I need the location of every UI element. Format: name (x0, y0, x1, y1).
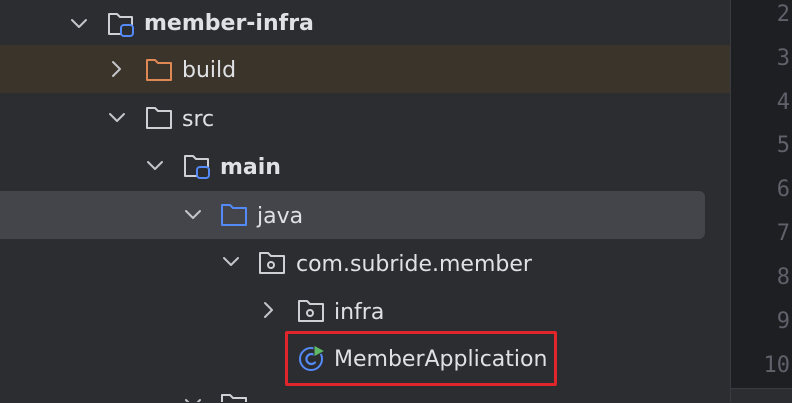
chevron-down-icon[interactable] (104, 105, 130, 131)
line-number: 3 (776, 46, 790, 71)
tree-item-label: infra (334, 300, 385, 325)
source-folder-icon (219, 200, 249, 230)
tree-item-label: main (220, 155, 281, 180)
line-number: 5 (776, 133, 790, 158)
chevron-right-icon[interactable] (104, 56, 130, 82)
chevron-down-icon[interactable] (66, 11, 92, 37)
editor-horizontal-scrollbar[interactable] (731, 388, 792, 403)
module-folder-icon (106, 9, 136, 39)
line-number: 6 (776, 177, 790, 202)
line-number: 9 (776, 309, 790, 334)
tree-item-infra[interactable]: infra (0, 288, 730, 336)
line-number: 4 (776, 90, 790, 115)
tree-item-main[interactable]: main (0, 144, 730, 192)
tree-item-label: src (182, 107, 215, 132)
package-icon (257, 248, 287, 278)
line-number: 2 (776, 2, 790, 27)
chevron-down-icon[interactable] (180, 202, 206, 228)
line-number: 8 (776, 265, 790, 290)
package-icon (296, 296, 326, 326)
tree-item-java[interactable]: java (0, 191, 705, 239)
line-number: 7 (776, 221, 790, 246)
tree-item-label: member-infra (144, 11, 314, 36)
chevron-down-icon[interactable] (180, 391, 206, 402)
source-root-folder-icon (182, 151, 212, 181)
folder-icon (144, 103, 174, 133)
excluded-folder-icon (144, 55, 174, 85)
tree-item-label: java (257, 204, 304, 229)
tree-item-src[interactable]: src (0, 96, 730, 144)
highlight-box (285, 331, 557, 386)
line-number: 10 (763, 353, 791, 378)
chevron-right-icon[interactable] (256, 297, 282, 323)
tree-item-label: build (182, 58, 237, 83)
tree-item-build[interactable]: build (0, 45, 730, 93)
tree-item-com-subride-member[interactable]: com.subride.member (0, 240, 730, 288)
tree-item-label: com.subride.member (296, 252, 532, 277)
editor-gutter: 2 3 4 5 6 7 8 9 10 (730, 0, 792, 403)
chevron-down-icon[interactable] (142, 153, 168, 179)
chevron-down-icon[interactable] (218, 249, 244, 275)
project-tree: member-infra build src main java com.sub… (0, 0, 730, 402)
tree-item-member-infra[interactable]: member-infra (0, 0, 730, 48)
folder-icon (219, 390, 249, 402)
